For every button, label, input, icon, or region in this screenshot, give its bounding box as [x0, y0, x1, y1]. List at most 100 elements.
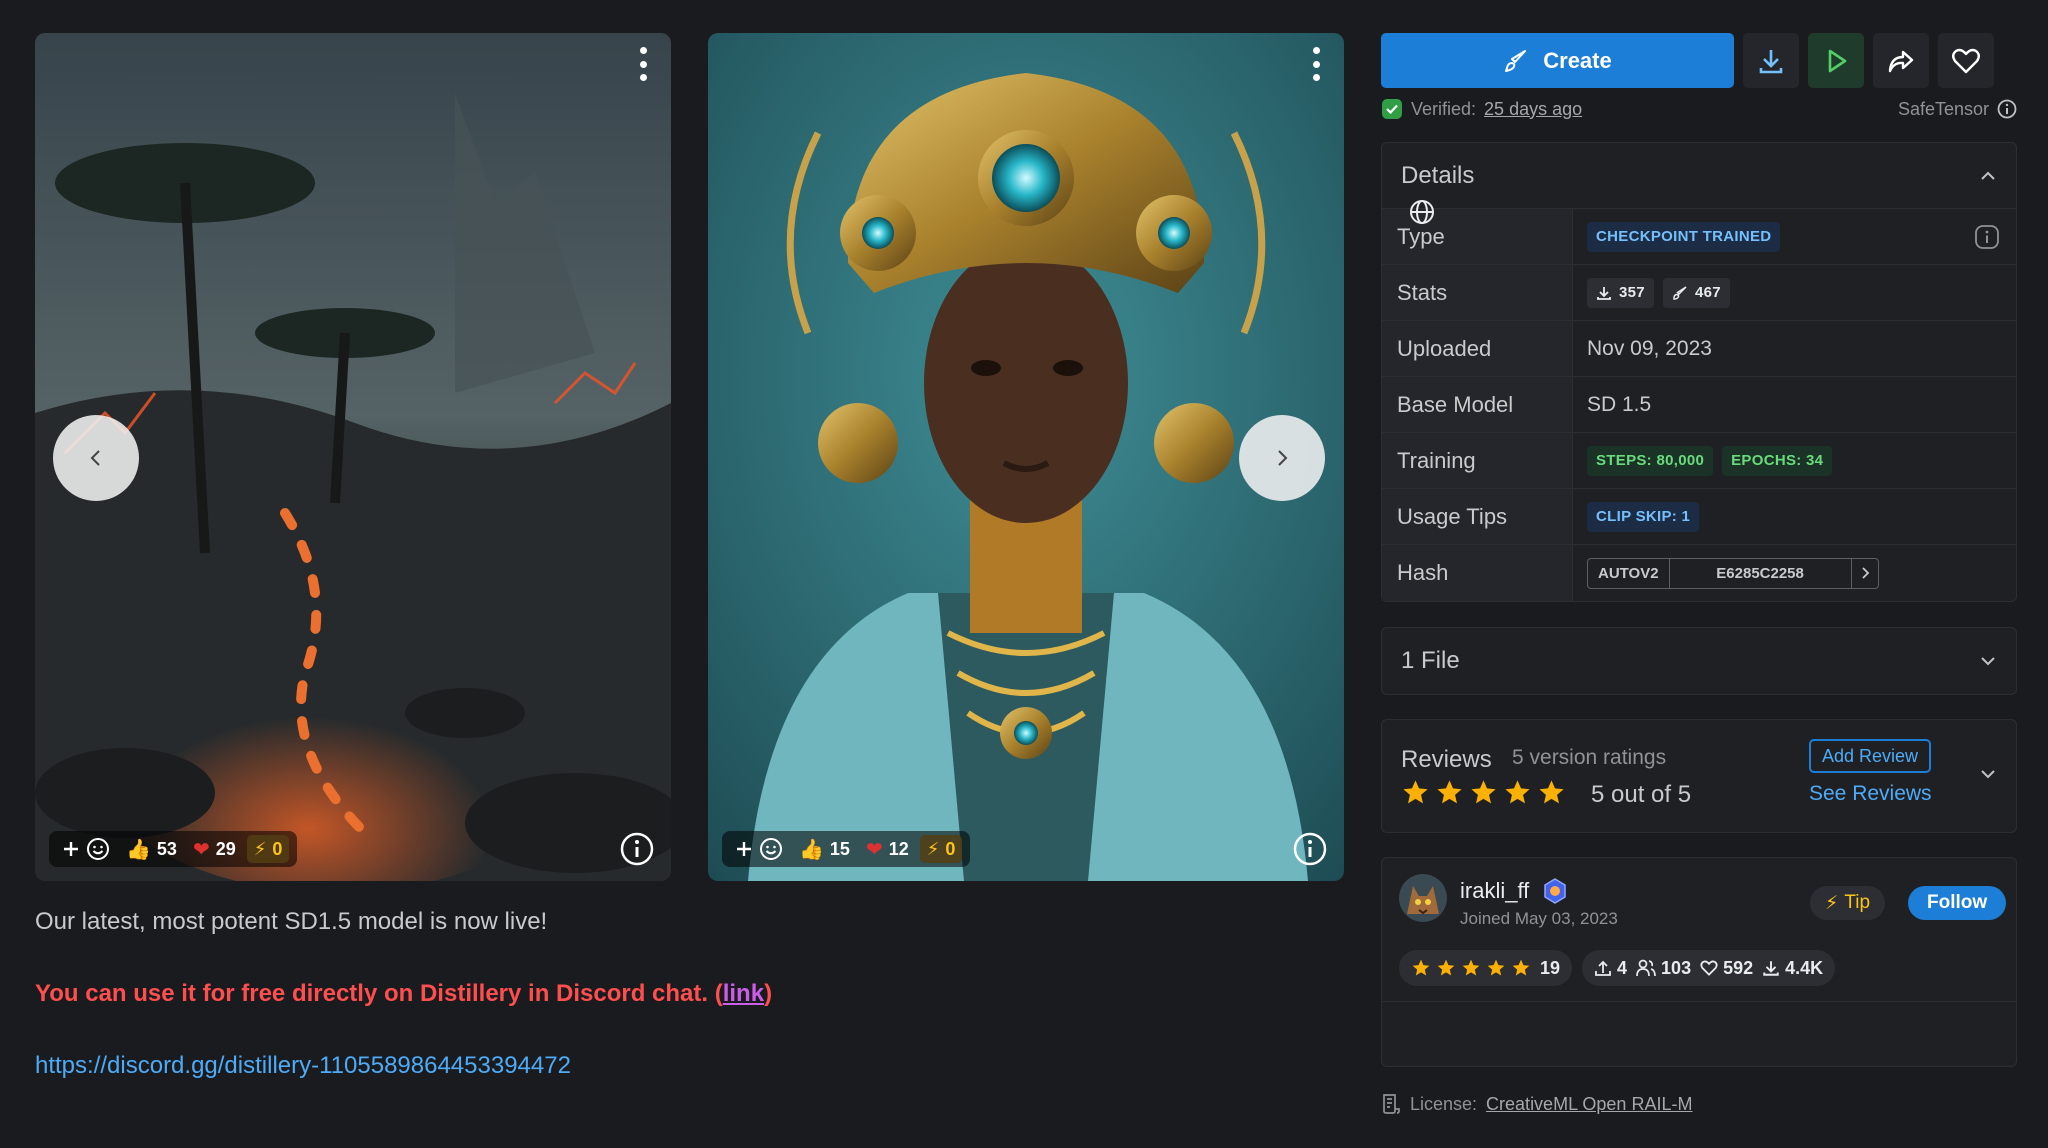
epochs-badge: EPOCHS: 34 — [1722, 445, 1833, 476]
heart-reaction[interactable]: ❤ 12 — [861, 835, 914, 863]
creator-username[interactable]: irakli_ff — [1460, 878, 1529, 904]
model-sidebar: Create Verified: 25 days ago SafeTensor … — [1381, 33, 2017, 1115]
creator-panel: irakli_ff Joined May 03, 2023 ⚡ Tip Foll… — [1381, 200, 2017, 1067]
star-icon — [1462, 959, 1480, 976]
creator-badge-icon — [1544, 878, 1567, 904]
shield-check-icon — [1382, 99, 1402, 119]
promo-link[interactable]: link — [723, 980, 764, 1007]
plus-icon — [64, 842, 78, 856]
generations-badge: 467 — [1662, 277, 1730, 308]
details-title: Details — [1401, 161, 1475, 189]
usage-tips-label: Usage Tips — [1382, 489, 1573, 544]
chevron-left-icon — [90, 450, 100, 466]
heart-outline-icon — [1700, 960, 1718, 976]
plus-icon — [737, 842, 751, 856]
next-image-button[interactable] — [1239, 415, 1325, 501]
detail-row-usage-tips: Usage Tips CLIP SKIP: 1 — [1382, 489, 2016, 545]
action-toolbar: Create — [1381, 33, 2017, 88]
uploaded-label: Uploaded — [1382, 321, 1573, 376]
star-icon — [1487, 959, 1505, 976]
license-icon — [1383, 1094, 1400, 1114]
info-square-icon[interactable] — [1974, 224, 2000, 250]
discord-url-link[interactable]: https://discord.gg/distillery-1105589864… — [35, 1052, 571, 1079]
creator-joined: Joined May 03, 2023 — [1460, 909, 1618, 928]
reaction-bar: 👍 15 ❤ 12 ⚡ 0 — [722, 831, 971, 867]
chevron-right-icon — [1278, 450, 1288, 466]
download-icon — [1759, 49, 1783, 73]
license-row: License: CreativeML Open RAIL-M — [1381, 1093, 2017, 1115]
uploads-count: 4 — [1617, 957, 1628, 978]
verified-label: Verified: — [1411, 98, 1477, 119]
play-icon — [1828, 49, 1847, 72]
like-reaction[interactable]: 👍 15 — [794, 835, 855, 863]
like-count: 53 — [156, 838, 177, 859]
license-link[interactable]: CreativeML Open RAIL-M — [1486, 1094, 1692, 1115]
verified-date-link[interactable]: 25 days ago — [1484, 99, 1582, 120]
files-title: 1 File — [1401, 647, 1460, 674]
buzz-count: 0 — [945, 838, 956, 859]
download-button[interactable] — [1743, 33, 1799, 88]
detail-row-hash: Hash AUTOV2 E6285C2258 — [1382, 545, 2016, 601]
hash-next-button[interactable] — [1852, 559, 1878, 588]
info-icon[interactable] — [1292, 831, 1328, 867]
buzz-reaction[interactable]: ⚡ 0 — [919, 835, 963, 863]
hash-selector[interactable]: AUTOV2 E6285C2258 — [1587, 557, 1879, 589]
training-label: Training — [1382, 433, 1573, 488]
detail-row-training: Training STEPS: 80,000 EPOCHS: 34 — [1382, 433, 2016, 489]
more-options-icon[interactable] — [1310, 47, 1322, 81]
image-card-1[interactable]: 👍 53 ❤ 29 ⚡ 0 — [35, 33, 671, 881]
brush-icon — [1673, 285, 1687, 300]
buzz-reaction[interactable]: ⚡ 0 — [246, 835, 290, 863]
creator-rating-count: 19 — [1540, 957, 1561, 978]
chevron-down-icon — [1981, 657, 1995, 666]
version-ratings: 5 version ratings — [1512, 746, 1667, 769]
base-model-label: Base Model — [1382, 377, 1573, 432]
detail-row-base-model: Base Model SD 1.5 — [1382, 377, 2016, 433]
download-icon — [1763, 961, 1779, 976]
add-review-button[interactable]: Add Review — [1809, 739, 1932, 773]
rating-stars — [1401, 778, 1566, 807]
hash-algorithm[interactable]: AUTOV2 — [1588, 558, 1670, 588]
image-card-2[interactable]: 👍 15 ❤ 12 ⚡ 0 — [708, 33, 1344, 881]
more-options-icon[interactable] — [637, 47, 649, 81]
heart-count: 12 — [888, 838, 909, 859]
create-button[interactable]: Create — [1381, 33, 1734, 88]
file-format: SafeTensor — [1897, 98, 1989, 119]
files-panel[interactable]: 1 File — [1381, 627, 2017, 695]
uploaded-value: Nov 09, 2023 — [1587, 336, 1712, 360]
info-icon[interactable] — [619, 831, 655, 867]
description-promo: You can use it for free directly on Dist… — [35, 980, 1335, 1008]
details-header[interactable]: Details — [1382, 143, 2016, 209]
detail-row-uploaded: Uploaded Nov 09, 2023 — [1382, 321, 2016, 377]
chevron-down-icon[interactable] — [1978, 764, 1998, 784]
star-icon — [1505, 780, 1530, 804]
like-reaction[interactable]: 👍 53 — [121, 835, 182, 863]
creator-stats: 19 4 103 592 4.4K — [1399, 950, 1836, 986]
see-reviews-link[interactable]: See Reviews — [1809, 782, 1932, 806]
thumbs-up-icon: 👍 — [799, 838, 824, 861]
thumbs-up-icon: 👍 — [126, 838, 151, 861]
upload-icon — [1595, 960, 1611, 976]
prev-image-button[interactable] — [53, 415, 139, 501]
favorite-button[interactable] — [1938, 33, 1994, 88]
like-count: 15 — [829, 838, 850, 859]
run-button[interactable] — [1808, 33, 1864, 88]
share-button[interactable] — [1873, 33, 1929, 88]
download-icon — [1597, 286, 1611, 300]
star-icon — [1437, 959, 1455, 976]
smiley-icon — [87, 838, 109, 860]
add-reaction-button[interactable] — [730, 835, 788, 863]
tip-button[interactable]: ⚡ Tip — [1810, 886, 1886, 920]
add-reaction-button[interactable] — [57, 835, 115, 863]
globe-icon[interactable] — [1408, 198, 1436, 226]
generations-count: 467 — [1694, 284, 1721, 301]
info-circle-icon[interactable] — [1997, 99, 2017, 119]
avatar[interactable] — [1399, 874, 1447, 922]
heart-reaction[interactable]: ❤ 29 — [188, 835, 241, 863]
base-model-value: SD 1.5 — [1587, 392, 1652, 416]
hash-value[interactable]: E6285C2258 — [1670, 558, 1852, 588]
follow-button[interactable]: Follow — [1908, 886, 2007, 920]
bolt-icon: ⚡ — [926, 838, 940, 859]
smiley-icon — [760, 838, 782, 860]
steps-badge: STEPS: 80,000 — [1587, 445, 1714, 476]
